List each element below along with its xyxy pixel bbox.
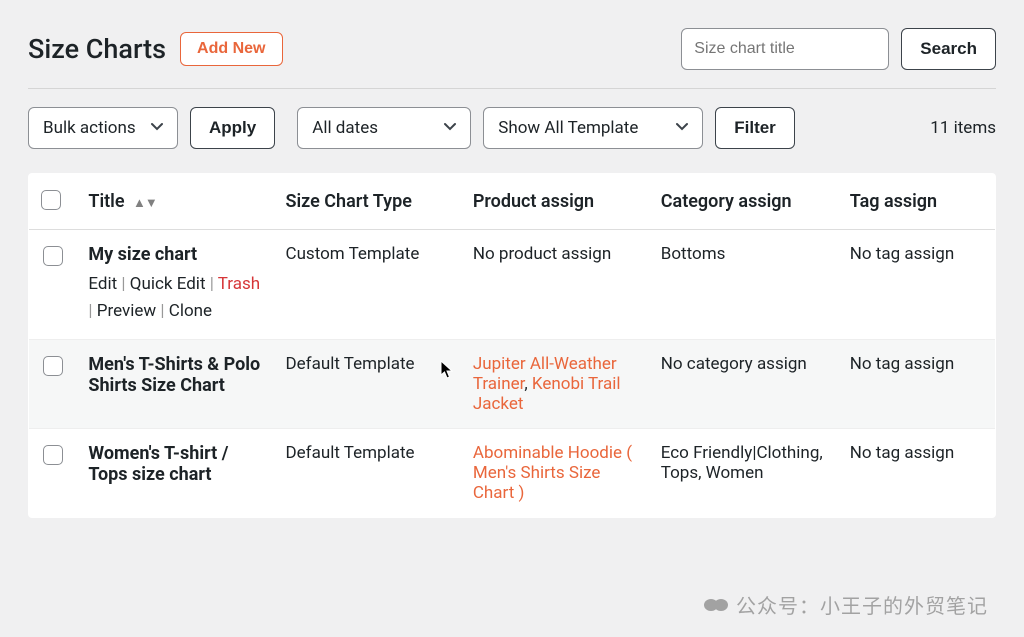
title-cell: Women's T-shirt / Tops size chart bbox=[76, 429, 273, 518]
tag-cell: No tag assign bbox=[838, 230, 996, 340]
tag-cell: No tag assign bbox=[838, 340, 996, 429]
type-cell: Default Template bbox=[274, 340, 461, 429]
type-column-header: Size Chart Type bbox=[274, 174, 461, 230]
date-filter-label: All dates bbox=[312, 118, 378, 138]
date-filter-select[interactable]: All dates bbox=[297, 107, 471, 149]
select-all-checkbox[interactable] bbox=[41, 190, 61, 210]
add-new-button[interactable]: Add New bbox=[180, 32, 282, 66]
row-actions: Edit | Quick Edit | Trash | Preview | Cl… bbox=[88, 271, 261, 325]
toolbar-row: Bulk actions Apply All dates Show All Te… bbox=[28, 107, 996, 149]
template-filter-select[interactable]: Show All Template bbox=[483, 107, 703, 149]
header-row: Size Charts Add New Search bbox=[28, 28, 996, 70]
divider bbox=[28, 88, 996, 89]
page-title: Size Charts bbox=[28, 33, 166, 65]
row-checkbox[interactable] bbox=[43, 246, 63, 266]
separator: | bbox=[88, 301, 96, 321]
header-left: Size Charts Add New bbox=[28, 32, 283, 66]
separator: | bbox=[156, 301, 169, 321]
row-title[interactable]: Men's T-Shirts & Polo Shirts Size Chart bbox=[88, 354, 261, 396]
action-trash[interactable]: Trash bbox=[218, 274, 260, 294]
sort-icon: ▲▼ bbox=[133, 196, 157, 211]
bulk-actions-select[interactable]: Bulk actions bbox=[28, 107, 178, 149]
product-cell: Jupiter All-Weather Trainer, Kenobi Trai… bbox=[461, 340, 649, 429]
table-row: Men's T-Shirts & Polo Shirts Size Chart D… bbox=[29, 340, 996, 429]
action-clone[interactable]: Clone bbox=[169, 301, 212, 321]
chevron-down-icon bbox=[674, 118, 690, 139]
row-checkbox-cell bbox=[29, 429, 77, 518]
wechat-icon bbox=[704, 594, 730, 616]
row-title[interactable]: My size chart bbox=[88, 244, 261, 265]
bulk-actions-label: Bulk actions bbox=[43, 118, 136, 138]
tag-cell: No tag assign bbox=[838, 429, 996, 518]
type-cell: Custom Template bbox=[274, 230, 461, 340]
table-row: Women's T-shirt / Tops size chart Default… bbox=[29, 429, 996, 518]
category-cell: Bottoms bbox=[649, 230, 838, 340]
title-column-header[interactable]: Title ▲▼ bbox=[76, 174, 273, 230]
title-cell: Men's T-Shirts & Polo Shirts Size Chart bbox=[76, 340, 273, 429]
type-cell: Default Template bbox=[274, 429, 461, 518]
product-cell: No product assign bbox=[461, 230, 649, 340]
product-link[interactable]: Abominable Hoodie ( Men's Shirts Size Ch… bbox=[473, 443, 632, 503]
category-cell: Eco Friendly|Clothing, Tops, Women bbox=[649, 429, 838, 518]
separator: | bbox=[206, 274, 218, 294]
header-right: Search bbox=[681, 28, 996, 70]
action-preview[interactable]: Preview bbox=[97, 301, 156, 321]
watermark: 公众号：小王子的外贸笔记 bbox=[704, 590, 988, 619]
size-charts-table: Title ▲▼ Size Chart Type Product assign … bbox=[28, 173, 996, 518]
select-all-header bbox=[29, 174, 77, 230]
product-cell: Abominable Hoodie ( Men's Shirts Size Ch… bbox=[461, 429, 649, 518]
search-button[interactable]: Search bbox=[901, 28, 996, 70]
row-checkbox-cell bbox=[29, 230, 77, 340]
apply-button[interactable]: Apply bbox=[190, 107, 275, 149]
category-column-header: Category assign bbox=[649, 174, 838, 230]
row-checkbox[interactable] bbox=[43, 445, 63, 465]
toolbar-left: Bulk actions Apply All dates Show All Te… bbox=[28, 107, 795, 149]
category-cell: No category assign bbox=[649, 340, 838, 429]
action-quick-edit[interactable]: Quick Edit bbox=[130, 274, 206, 294]
product-column-header: Product assign bbox=[461, 174, 649, 230]
table-row: My size chart Edit | Quick Edit | Trash |… bbox=[29, 230, 996, 340]
tag-column-header: Tag assign bbox=[838, 174, 996, 230]
row-title[interactable]: Women's T-shirt / Tops size chart bbox=[88, 443, 261, 485]
chevron-down-icon bbox=[149, 118, 165, 139]
separator: | bbox=[117, 274, 130, 294]
chevron-down-icon bbox=[442, 118, 458, 139]
template-filter-label: Show All Template bbox=[498, 118, 638, 138]
filter-button[interactable]: Filter bbox=[715, 107, 795, 149]
table-header-row: Title ▲▼ Size Chart Type Product assign … bbox=[29, 174, 996, 230]
items-count: 11 items bbox=[930, 118, 996, 138]
row-checkbox[interactable] bbox=[43, 356, 63, 376]
action-edit[interactable]: Edit bbox=[88, 274, 117, 294]
search-input[interactable] bbox=[681, 28, 889, 70]
title-cell: My size chart Edit | Quick Edit | Trash |… bbox=[76, 230, 273, 340]
row-checkbox-cell bbox=[29, 340, 77, 429]
